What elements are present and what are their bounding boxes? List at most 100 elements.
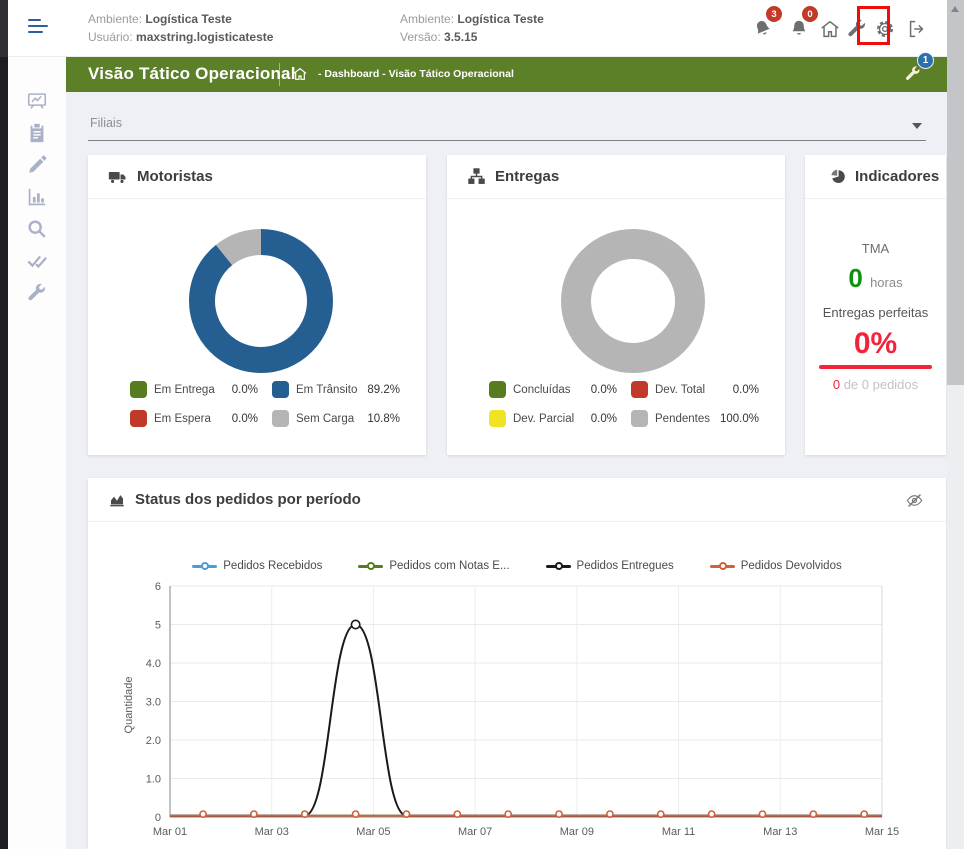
usuario-label: Usuário: <box>88 30 133 44</box>
sidebar-item-clipboard-icon[interactable] <box>26 122 48 144</box>
legend-color-swatch <box>489 410 506 427</box>
sidebar-item-edit-pencil-icon[interactable] <box>26 154 48 176</box>
legend-label: Em Trânsito <box>296 384 360 396</box>
legend-color-swatch <box>272 410 289 427</box>
chevron-down-icon <box>912 123 922 129</box>
legend-item: Dev. Parcial 0.0% <box>489 410 631 427</box>
entregas-card: Entregas Concluídas0.0%Dev. Total0.0%Dev… <box>447 155 785 455</box>
status-line-chart: 01.02.03.04.056Mar 01Mar 03Mar 05Mar 07M… <box>118 573 918 845</box>
svg-text:Mar 03: Mar 03 <box>255 826 289 838</box>
legend-percent: 0.0% <box>232 384 258 396</box>
legend-percent: 0.0% <box>591 413 617 425</box>
versao-label: Versão: <box>400 30 441 44</box>
pie-chart-icon <box>829 168 846 185</box>
data-point-marker <box>403 811 409 817</box>
tools-count-badge: 1 <box>917 52 934 69</box>
indicadores-card-header: Indicadores <box>805 155 946 199</box>
series-name: Pedidos Entregues <box>577 560 674 572</box>
entregas-card-header: Entregas <box>447 155 785 199</box>
filiais-label: Filiais <box>90 116 122 130</box>
tma-value: 0 horas <box>805 263 946 294</box>
entregas-perfeitas-value: 0% <box>805 327 946 361</box>
settings-gear-icon[interactable] <box>874 18 896 40</box>
chart-legend-item[interactable]: Pedidos Recebidos <box>192 560 322 572</box>
series-marker-icon <box>546 565 571 568</box>
titlebar-tools-icon[interactable] <box>904 65 922 83</box>
legend-item: Concluídas0.0% <box>489 381 631 398</box>
svg-text:6: 6 <box>155 581 161 593</box>
notification-count-badge: 0 <box>802 6 818 22</box>
legend-label: Pendentes <box>655 413 713 425</box>
svg-text:Mar 13: Mar 13 <box>763 826 797 838</box>
series-name: Pedidos com Notas E... <box>389 560 509 572</box>
svg-text:3.0: 3.0 <box>146 697 161 709</box>
wrench-icon[interactable] <box>846 18 868 40</box>
entregas-perfeitas-label: Entregas perfeitas <box>805 305 946 320</box>
chart-legend-item[interactable]: Pedidos com Notas E... <box>358 560 509 572</box>
data-point-marker <box>709 811 715 817</box>
status-pedidos-card: Status dos pedidos por período Pedidos R… <box>88 478 946 849</box>
data-point-marker <box>607 811 613 817</box>
logout-icon[interactable] <box>906 18 928 40</box>
entregas-donut-chart <box>548 213 718 383</box>
page-title: Visão Tático Operacional <box>88 64 296 84</box>
home-icon[interactable] <box>819 18 841 40</box>
data-point-marker <box>658 811 664 817</box>
sidebar <box>8 57 66 849</box>
chart-legend: Pedidos Recebidos Pedidos com Notas E... P… <box>88 560 946 572</box>
data-point-marker <box>200 811 206 817</box>
data-point-marker <box>454 811 460 817</box>
legend-color-swatch <box>130 381 147 398</box>
eye-off-icon[interactable] <box>905 491 924 510</box>
menu-toggle-icon[interactable] <box>28 19 50 35</box>
scrollbar-thumb[interactable] <box>947 0 964 385</box>
donut-segment <box>202 242 320 360</box>
series-name: Pedidos Devolvidos <box>741 560 842 572</box>
indicadores-card: Indicadores TMA 0 horas Entregas perfeit… <box>805 155 946 455</box>
svg-text:Mar 07: Mar 07 <box>458 826 492 838</box>
dashboard-page: { "header": { "ambiente_label": "Ambient… <box>0 0 964 849</box>
legend-percent: 100.0% <box>720 413 759 425</box>
svg-text:Mar 01: Mar 01 <box>153 826 187 838</box>
entregas-card-title: Entregas <box>495 168 559 185</box>
ambiente-value: Logística Teste <box>145 12 231 26</box>
legend-label: Dev. Parcial <box>513 413 584 425</box>
sidebar-item-tools-wrench-icon[interactable] <box>26 282 48 304</box>
breadcrumb-home-icon[interactable] <box>292 66 308 87</box>
indicadores-card-title: Indicadores <box>855 168 939 185</box>
pedidos-summary: 0 de 0 pedidos <box>805 377 946 392</box>
data-point-marker <box>759 811 765 817</box>
data-point-marker <box>353 811 359 817</box>
legend-item: Em Entrega 0.0% <box>130 381 272 398</box>
breadcrumb: - Dashboard - Visão Tático Operacional <box>318 68 514 80</box>
motoristas-card-title: Motoristas <box>137 168 213 185</box>
chart-legend-item[interactable]: Pedidos Entregues <box>546 560 674 572</box>
sidebar-item-search-icon[interactable] <box>26 218 48 240</box>
data-point-marker <box>251 811 257 817</box>
motoristas-donut-chart <box>176 213 346 383</box>
svg-text:Mar 15: Mar 15 <box>865 826 899 838</box>
legend-label: Em Espera <box>154 413 225 425</box>
ambiente2-value: Logística Teste <box>457 12 543 26</box>
data-point-marker <box>505 811 511 817</box>
svg-text:Mar 11: Mar 11 <box>662 826 695 838</box>
legend-percent: 10.8% <box>367 413 400 425</box>
svg-text:Quantidade: Quantidade <box>123 677 135 734</box>
sidebar-item-performance-board-icon[interactable] <box>26 90 48 112</box>
tma-label: TMA <box>805 241 946 256</box>
ambiente2-label: Ambiente: <box>400 12 454 26</box>
chart-legend-item[interactable]: Pedidos Devolvidos <box>710 560 842 572</box>
legend-label: Em Entrega <box>154 384 225 396</box>
legend-percent: 0.0% <box>733 384 759 396</box>
data-point-marker <box>810 811 816 817</box>
sidebar-item-double-check-icon[interactable] <box>26 250 48 272</box>
scrollbar <box>947 0 964 849</box>
sidebar-item-bar-chart-icon[interactable] <box>26 186 48 208</box>
scrollbar-up-arrow-icon[interactable] <box>951 6 959 12</box>
legend-label: Dev. Total <box>655 384 726 396</box>
filiais-select[interactable]: Filiais <box>88 110 926 141</box>
svg-text:Mar 09: Mar 09 <box>560 826 594 838</box>
page-titlebar: Visão Tático Operacional - Dashboard - V… <box>66 57 947 92</box>
entregas-legend: Concluídas0.0%Dev. Total0.0%Dev. Parcial… <box>489 381 773 427</box>
truck-icon <box>108 167 128 187</box>
